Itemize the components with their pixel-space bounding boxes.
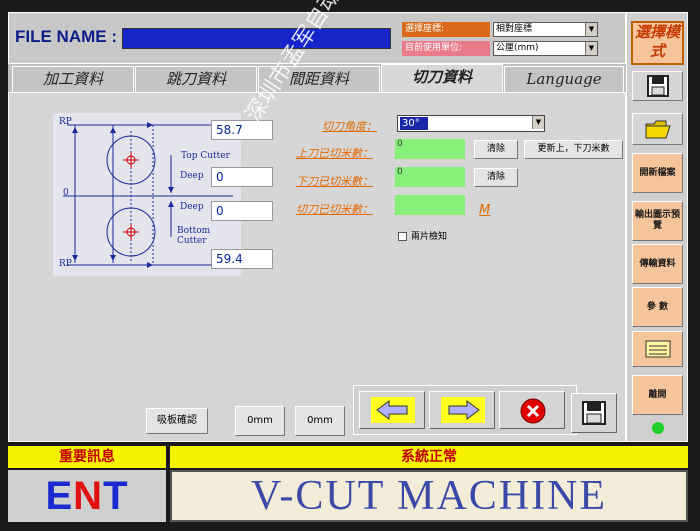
rp-bottom-label: RP: [59, 259, 72, 269]
save-button[interactable]: [571, 393, 617, 433]
deep-bottom-label: Deep: [180, 202, 204, 212]
output-preview-button[interactable]: 輸出圖示預覽: [632, 201, 683, 241]
open-folder-icon: [645, 120, 671, 139]
unit-label: 目前使用單位:: [402, 41, 490, 56]
lower-cut-meters-field[interactable]: 0: [395, 167, 465, 187]
machine-banner: V-CUT MACHINE: [170, 470, 688, 522]
unit-select[interactable]: 公厘(mm) ▼: [493, 41, 598, 56]
floppy-disk-icon: [582, 401, 606, 425]
save-file-button[interactable]: [632, 71, 683, 101]
dual-sheet-checkbox[interactable]: [398, 232, 407, 241]
system-status-message: 系統正常: [170, 446, 688, 468]
message-bar: 重要訊息 系統正常: [8, 446, 688, 468]
select-mode-button[interactable]: 選擇模式: [631, 21, 684, 65]
cutter-angle-select[interactable]: 30° ▼: [397, 115, 545, 132]
top-deep-value[interactable]: 0: [211, 167, 273, 187]
important-message-label: 重要訊息: [8, 446, 166, 468]
deep-top-label: Deep: [180, 171, 204, 181]
new-file-button[interactable]: 開新檔案: [632, 153, 683, 193]
clear-upper-button[interactable]: 清除: [474, 140, 518, 159]
upper-cut-meters-label: 上刀已切米數：: [296, 147, 373, 160]
bottom-cutter-value[interactable]: 59.4: [211, 249, 273, 269]
app-window: FILE NAME : 選擇座標: 相對座標 ▼ 目前使用單位: 公厘(mm) …: [0, 0, 700, 531]
zero-button-1[interactable]: 0mm: [235, 406, 285, 436]
notepad-icon: [645, 340, 670, 358]
chevron-down-icon[interactable]: ▼: [585, 23, 597, 36]
parameters-button[interactable]: 參 數: [632, 287, 683, 327]
tab-bar: 加工資料 跳刀資料 間距資料 切刀資料 Language: [8, 64, 626, 94]
chevron-down-icon[interactable]: ▼: [585, 42, 597, 55]
bottom-deep-value[interactable]: 0: [211, 201, 273, 221]
arrow-left-icon: [371, 397, 415, 423]
top-cutter-label: Top Cutter: [181, 151, 230, 161]
zero-label: 0: [63, 188, 69, 198]
right-toolbar: 選擇模式 開新檔案 輸出圖示預覽 傳輸資料 參 數 離開: [626, 12, 688, 442]
tab-language[interactable]: Language: [504, 66, 624, 92]
close-icon: [520, 398, 546, 424]
upper-cut-meters-field[interactable]: 0: [395, 139, 465, 159]
dual-sheet-check-label: 兩片檢知: [411, 232, 448, 242]
file-name-label: FILE NAME :: [15, 27, 117, 46]
cutter-angle-label: 切刀角度：: [322, 120, 377, 133]
coordinate-select[interactable]: 相對座標 ▼: [493, 22, 598, 37]
notes-button[interactable]: [632, 331, 683, 367]
tab-skip-cutter-data[interactable]: 跳刀資料: [135, 66, 257, 92]
zero-button-2[interactable]: 0mm: [295, 406, 345, 436]
tab-processing-data[interactable]: 加工資料: [12, 66, 134, 92]
cancel-button[interactable]: [499, 391, 565, 429]
file-name-field[interactable]: [122, 28, 391, 49]
open-file-button[interactable]: [632, 113, 683, 145]
arrow-right-icon: [441, 397, 485, 423]
total-cut-meters-field: [395, 195, 465, 215]
company-logo: ENT: [8, 470, 166, 522]
top-cutter-value[interactable]: 58.7: [211, 120, 273, 140]
exit-button[interactable]: 離開: [632, 375, 683, 415]
rp-top-label: RP: [59, 117, 72, 127]
header: FILE NAME : 選擇座標: 相對座標 ▼ 目前使用單位: 公厘(mm) …: [8, 12, 626, 64]
coordinate-label: 選擇座標:: [402, 22, 490, 37]
tab-cutter-data[interactable]: 切刀資料: [381, 64, 503, 94]
clear-lower-button[interactable]: 清除: [474, 168, 518, 187]
move-right-button[interactable]: [429, 391, 495, 429]
lower-cut-meters-label: 下刀已切米數：: [296, 175, 373, 188]
cutter-data-panel: RP 0 RP Top Cutter Deep Deep Bottom Cutt…: [8, 92, 626, 442]
status-led-icon: [652, 422, 664, 434]
tab-spacing-data[interactable]: 間距資料: [258, 66, 380, 92]
meter-unit-label: M: [479, 203, 491, 218]
chevron-down-icon[interactable]: ▼: [532, 116, 544, 129]
total-cut-meters-label: 切刀已切米數：: [296, 203, 373, 216]
update-meters-button[interactable]: 更新上，下刀米數: [524, 140, 623, 159]
floppy-disk-icon: [646, 75, 669, 97]
coordinate-select-value: 相對座標: [496, 24, 533, 34]
unit-select-value: 公厘(mm): [496, 43, 539, 53]
bottom-cutter-label: Bottom Cutter: [177, 226, 211, 246]
move-left-button[interactable]: [359, 391, 425, 429]
suction-confirm-button[interactable]: 吸板確認: [146, 408, 208, 434]
transfer-data-button[interactable]: 傳輸資料: [632, 244, 683, 284]
cutter-angle-value: 30°: [400, 117, 428, 130]
